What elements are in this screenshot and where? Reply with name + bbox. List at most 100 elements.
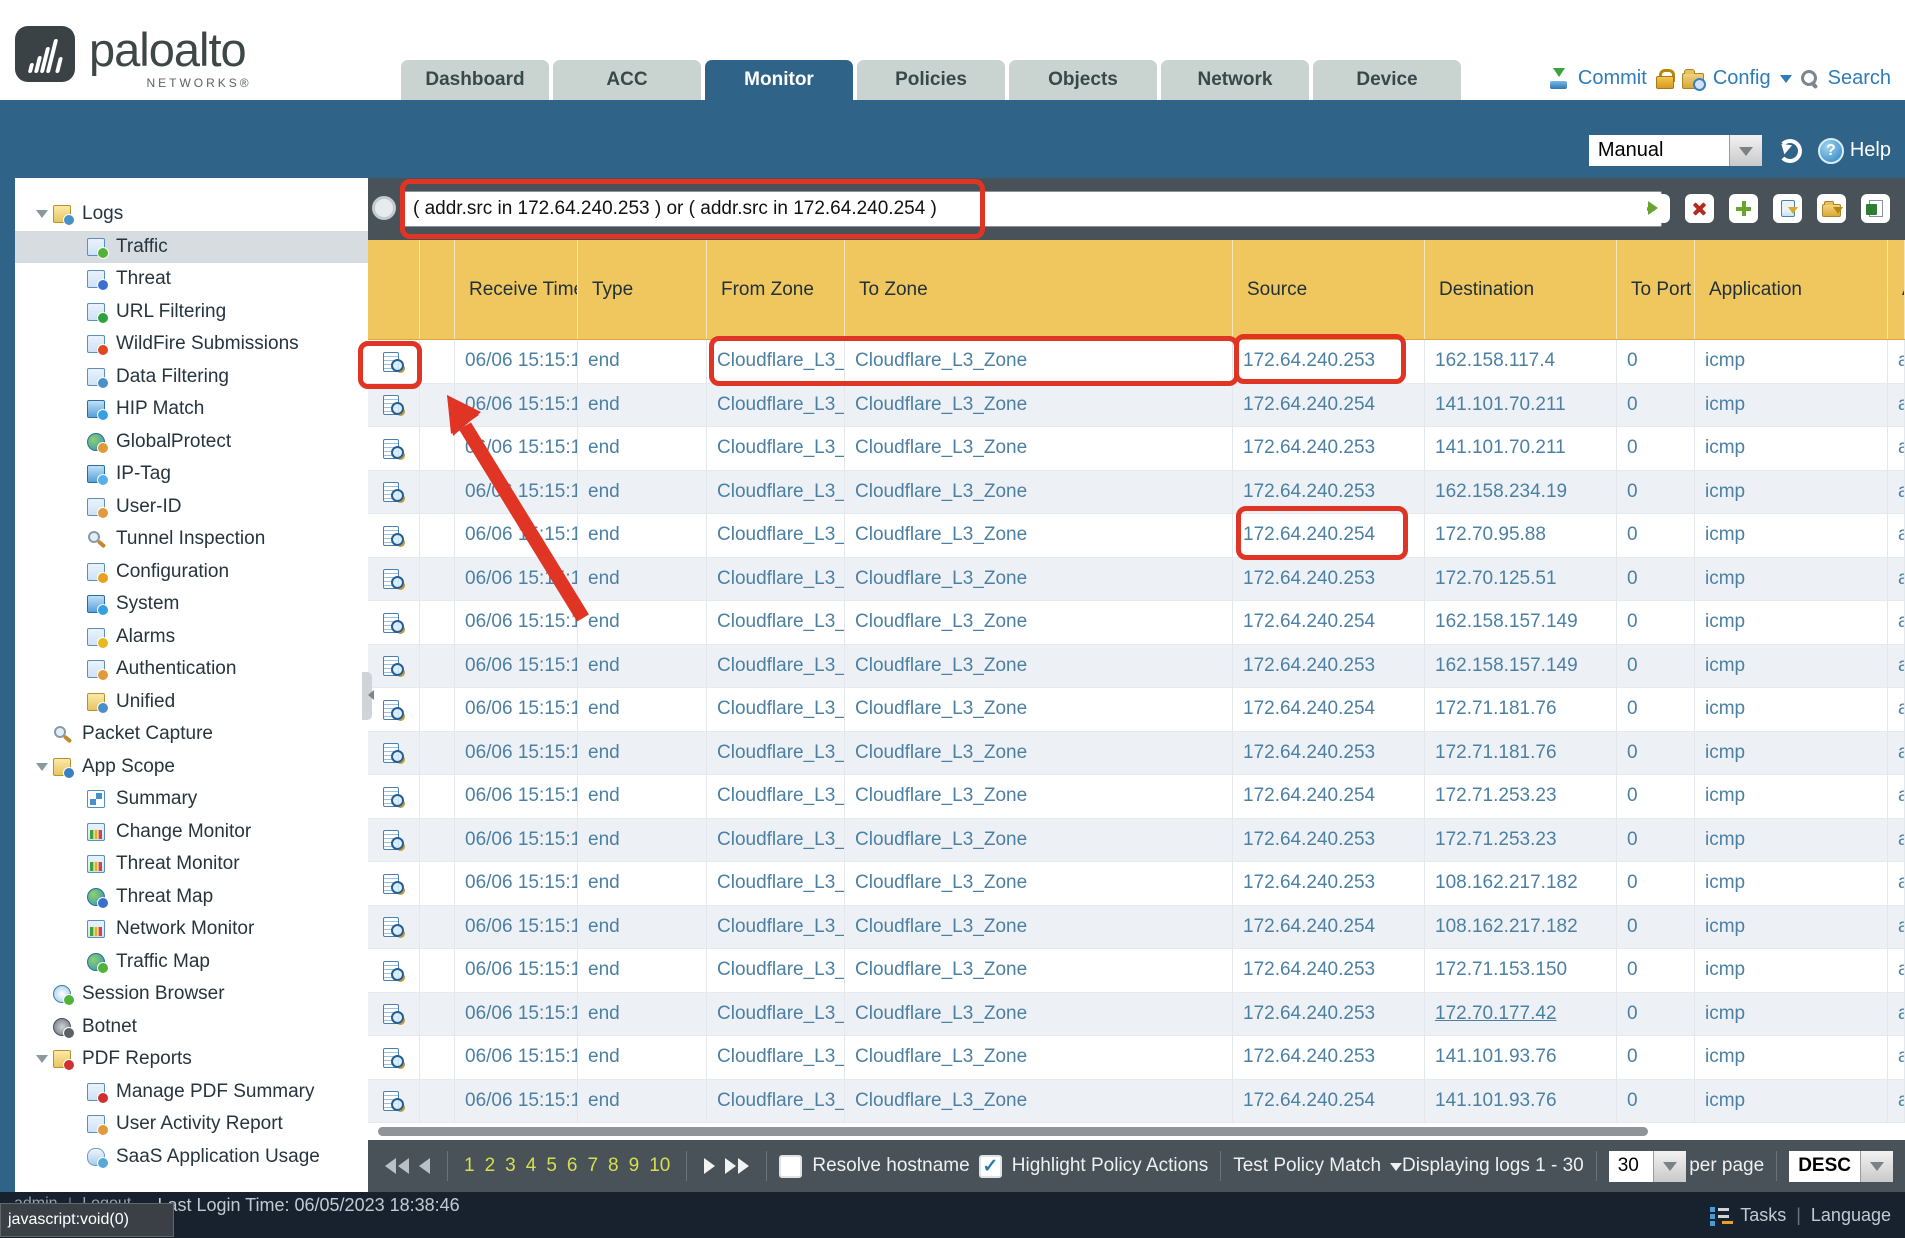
test-policy-match-button[interactable]: Test Policy Match [1233,1155,1402,1177]
log-detail-button[interactable] [368,862,420,906]
sidebar-item-saas-application-usage[interactable]: SaaS Application Usage [15,1141,368,1174]
cell-application[interactable]: icmp [1695,601,1888,645]
log-detail-button[interactable] [368,993,420,1037]
sidebar-item-change-monitor[interactable]: Change Monitor [15,816,368,849]
cell-to-zone[interactable]: Cloudflare_L3_Zone [845,601,1233,645]
cell-action[interactable]: al [1888,906,1905,950]
sidebar-item-configuration[interactable]: Configuration [15,556,368,589]
last-page-button[interactable] [725,1158,749,1174]
cell-application[interactable]: icmp [1695,732,1888,776]
log-table-row[interactable]: 06/06 15:15:15 end Cloudflare_L3_Zone Cl… [368,862,1905,906]
tasks-link[interactable]: Tasks [1740,1205,1786,1226]
refresh-icon[interactable] [1778,139,1802,163]
sidebar-item-traffic[interactable]: Traffic [15,231,368,264]
cell-destination[interactable]: 172.71.253.23 [1425,775,1617,819]
expander-triangle-icon[interactable] [31,854,87,874]
expander-triangle-icon[interactable] [31,334,87,354]
log-detail-button[interactable] [368,601,420,645]
export-button[interactable] [1861,194,1890,223]
column-destination[interactable]: Destination [1425,240,1617,339]
cell-source[interactable]: 172.64.240.254 [1233,688,1425,732]
expander-triangle-icon[interactable] [31,659,87,679]
expander-triangle-icon[interactable] [31,984,53,1004]
cell-to-zone[interactable]: Cloudflare_L3_Zone [845,993,1233,1037]
log-detail-button[interactable] [368,1036,420,1080]
expander-triangle-icon[interactable] [31,1147,87,1167]
expander-triangle-icon[interactable] [31,237,87,257]
sidebar-item-traffic-map[interactable]: Traffic Map [15,946,368,979]
cell-destination[interactable]: 162.158.117.4 [1425,340,1617,384]
cell-application[interactable]: icmp [1695,558,1888,602]
cell-destination[interactable]: 172.70.95.88 [1425,514,1617,558]
sidebar-item-logs[interactable]: Logs [15,198,368,231]
log-detail-button[interactable] [368,732,420,776]
sort-order-dropdown-button[interactable] [1860,1151,1893,1182]
expander-triangle-icon[interactable] [31,1114,87,1134]
log-table-row[interactable]: 06/06 15:15:16 end Cloudflare_L3_Zone Cl… [368,688,1905,732]
cell-destination[interactable]: 141.101.70.211 [1425,427,1617,471]
sidebar-item-globalprotect[interactable]: GlobalProtect [15,426,368,459]
commit-link[interactable]: Commit [1578,67,1647,90]
cell-source[interactable]: 172.64.240.253 [1233,558,1425,602]
cell-to-zone[interactable]: Cloudflare_L3_Zone [845,384,1233,428]
cell-source[interactable]: 172.64.240.253 [1233,340,1425,384]
expander-triangle-icon[interactable] [31,627,87,647]
log-table-row[interactable]: 06/06 15:15:14 end Cloudflare_L3_Zone Cl… [368,993,1905,1037]
page-number[interactable]: 4 [526,1155,537,1177]
help-link[interactable]: Help [1818,138,1891,164]
save-filter-button[interactable] [1773,194,1802,223]
cell-from-zone[interactable]: Cloudflare_L3_Zone [707,732,845,776]
cell-source[interactable]: 172.64.240.254 [1233,384,1425,428]
sidebar-item-alarms[interactable]: Alarms [15,621,368,654]
log-detail-button[interactable] [368,1080,420,1124]
cell-source[interactable]: 172.64.240.254 [1233,601,1425,645]
expander-triangle-icon[interactable] [31,952,87,972]
apply-filter-button[interactable] [1641,194,1670,223]
log-table-row[interactable]: 06/06 15:15:17 end Cloudflare_L3_Zone Cl… [368,601,1905,645]
sidebar-item-ip-tag[interactable]: IP-Tag [15,458,368,491]
cell-application[interactable]: icmp [1695,949,1888,993]
log-filter-input[interactable] [400,191,1662,227]
expander-triangle-icon[interactable] [31,1082,87,1102]
cell-to-zone[interactable]: Cloudflare_L3_Zone [845,949,1233,993]
cell-action[interactable]: al [1888,340,1905,384]
search-link[interactable]: Search [1828,67,1891,90]
highlight-policy-actions-checkbox[interactable] [979,1155,1002,1178]
cell-from-zone[interactable]: Cloudflare_L3_Zone [707,471,845,515]
column-action[interactable]: A [1888,240,1905,339]
log-table-row[interactable]: 06/06 15:15:17 end Cloudflare_L3_Zone Cl… [368,384,1905,428]
column-type[interactable]: Type [578,240,707,339]
cell-destination[interactable]: 141.101.93.76 [1425,1036,1617,1080]
cell-source[interactable]: 172.64.240.253 [1233,1036,1425,1080]
log-detail-button[interactable] [368,906,420,950]
expander-triangle-icon[interactable] [31,1049,53,1069]
log-table-row[interactable]: 06/06 15:15:17 end Cloudflare_L3_Zone Cl… [368,645,1905,689]
log-table-row[interactable]: 06/06 15:15:16 end Cloudflare_L3_Zone Cl… [368,775,1905,819]
expander-triangle-icon[interactable] [31,919,87,939]
cell-source[interactable]: 172.64.240.254 [1233,514,1425,558]
log-table-row[interactable]: 06/06 15:15:17 end Cloudflare_L3_Zone Cl… [368,514,1905,558]
cell-application[interactable]: icmp [1695,471,1888,515]
sidebar-item-unified[interactable]: Unified [15,686,368,719]
cell-from-zone[interactable]: Cloudflare_L3_Zone [707,514,845,558]
cell-from-zone[interactable]: Cloudflare_L3_Zone [707,645,845,689]
cell-to-zone[interactable]: Cloudflare_L3_Zone [845,775,1233,819]
cell-from-zone[interactable]: Cloudflare_L3_Zone [707,949,845,993]
tab-monitor[interactable]: Monitor [705,60,853,100]
cell-application[interactable]: icmp [1695,775,1888,819]
page-number[interactable]: 1 [464,1155,475,1177]
log-detail-button[interactable] [368,340,420,384]
cell-source[interactable]: 172.64.240.253 [1233,862,1425,906]
cell-action[interactable]: al [1888,949,1905,993]
page-number[interactable]: 8 [608,1155,619,1177]
tab-dashboard[interactable]: Dashboard [401,60,549,100]
cell-from-zone[interactable]: Cloudflare_L3_Zone [707,384,845,428]
sidebar-item-session-browser[interactable]: Session Browser [15,978,368,1011]
log-table-row[interactable]: 06/06 15:15:14 end Cloudflare_L3_Zone Cl… [368,1036,1905,1080]
cell-application[interactable]: icmp [1695,906,1888,950]
cell-destination[interactable]: 108.162.217.182 [1425,906,1617,950]
column-receive-time[interactable]: Receive Time [455,240,578,339]
sidebar-item-url-filtering[interactable]: URL Filtering [15,296,368,329]
cell-action[interactable]: al [1888,514,1905,558]
page-number[interactable]: 10 [649,1155,670,1177]
